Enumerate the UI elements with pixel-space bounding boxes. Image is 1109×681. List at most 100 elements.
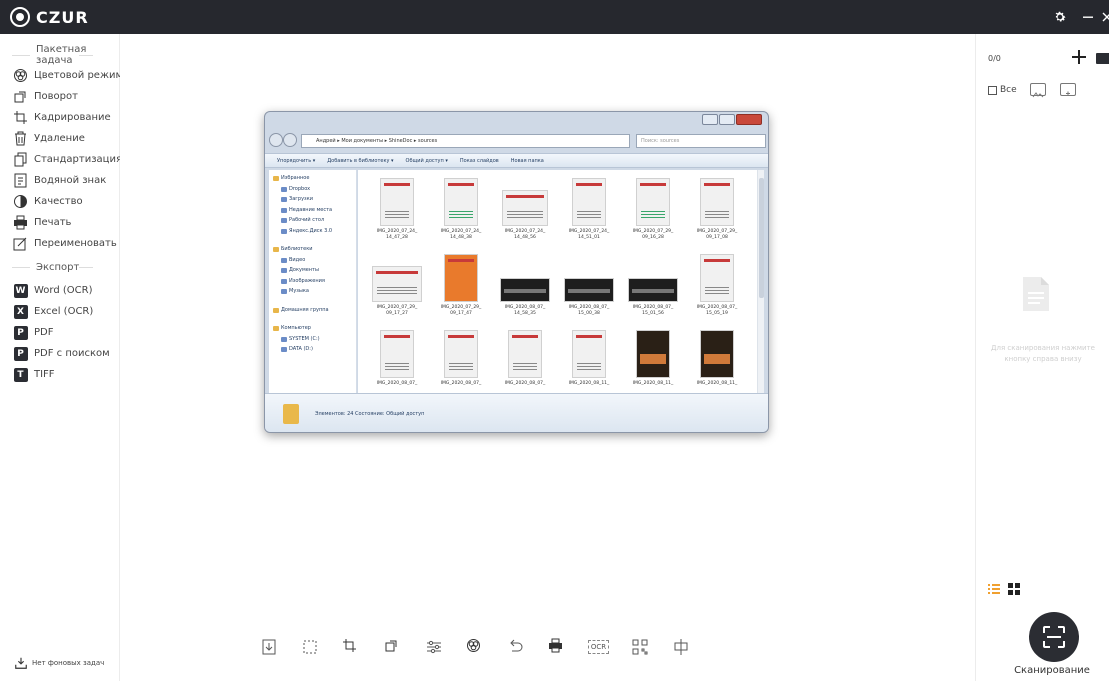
folder-icon: [283, 404, 299, 424]
select-all-checkbox[interactable]: Все: [988, 85, 1017, 95]
file-image: [372, 266, 422, 302]
explorer-toolbar-item: Добавить в библиотеку ▾: [327, 157, 394, 164]
background-tasks[interactable]: Нет фоновых задач: [14, 656, 104, 670]
file-name: IMG_2020_08_11_: [696, 381, 738, 386]
export-item[interactable]: T TIFF: [0, 364, 119, 385]
qr-button[interactable]: [629, 636, 651, 658]
rotate-button[interactable]: [382, 636, 404, 658]
sidebar-item-rotate[interactable]: Поворот: [0, 86, 119, 107]
file-image: [444, 330, 478, 378]
crop-button[interactable]: [340, 636, 362, 658]
rename-icon: [13, 236, 28, 251]
file-image: [564, 278, 614, 302]
split-button[interactable]: [670, 636, 692, 658]
ocr-button[interactable]: OCR: [587, 636, 610, 658]
explorer-nav-item: Видео: [269, 255, 356, 266]
explorer-address-bar: Андрей ▸ Мои документы ▸ ShineDoc ▸ sour…: [269, 132, 766, 150]
file-name: IMG_2020_07_29_ 09_17_27: [376, 305, 418, 316]
export-item[interactable]: P PDF с поиском: [0, 343, 119, 364]
file-image: [700, 330, 734, 378]
scan-icon: [1043, 626, 1065, 648]
empty-document-icon: [1021, 275, 1051, 313]
file-thumbnail: IMG_2020_08_11_: [624, 326, 682, 398]
color-mode-button[interactable]: [464, 636, 486, 658]
explorer-status-text: Элементов: 24 Состояние: Общий доступ: [315, 411, 425, 417]
sidebar-item-rename[interactable]: Переименовать: [0, 233, 119, 254]
sidebar-item-label: Цветовой режим: [34, 70, 123, 81]
export-item[interactable]: W Word (OCR): [0, 280, 119, 301]
file-image: [636, 330, 670, 378]
file-thumbnail: IMG_2020_08_11_: [560, 326, 618, 398]
sidebar-item-quality[interactable]: Качество: [0, 191, 119, 212]
print-button[interactable]: [546, 636, 568, 658]
export-item[interactable]: X Excel (OCR): [0, 301, 119, 322]
scan-button[interactable]: [1029, 612, 1079, 662]
sidebar-item-standardize[interactable]: Стандартизация: [0, 149, 122, 170]
file-thumbnail: IMG_2020_07_29_ 09_17_08: [688, 174, 746, 246]
file-name: IMG_2020_08_07_: [376, 381, 418, 386]
select-all-label: Все: [1000, 85, 1017, 95]
import-button[interactable]: [258, 636, 280, 658]
settings-gear-icon[interactable]: [1046, 0, 1074, 34]
explorer-toolbar: Упорядочить ▾ Добавить в библиотеку ▾ Общи…: [265, 153, 768, 168]
file-name: IMG_2020_08_07_ 15_01_56: [632, 305, 674, 316]
list-view-icon[interactable]: [988, 580, 1000, 594]
color-mode-icon: [13, 68, 28, 83]
title-bar: CZUR: [0, 0, 1109, 34]
minimize-button[interactable]: [1076, 0, 1100, 34]
select-area-icon: [303, 640, 317, 654]
export-format-icon: W: [13, 283, 28, 298]
checkbox[interactable]: [988, 85, 997, 95]
standardize-icon: [14, 152, 27, 167]
sidebar-item-label: Кадрирование: [34, 112, 111, 123]
import-icon: [262, 639, 276, 655]
file-thumbnail: IMG_2020_08_07_: [368, 326, 426, 398]
quality-icon: [14, 195, 27, 208]
rotate-icon: [13, 89, 28, 104]
file-image: [444, 254, 478, 302]
file-name: IMG_2020_08_07_ 14_58_35: [504, 305, 546, 316]
export-item[interactable]: P PDF: [0, 322, 119, 343]
explorer-toolbar-item: Упорядочить ▾: [277, 157, 316, 164]
export-format-icon: P: [13, 346, 28, 361]
page-counter: 0/0: [988, 54, 1001, 63]
sidebar-item-watermark[interactable]: Водяной знак: [0, 170, 119, 191]
add-icon[interactable]: [1070, 48, 1088, 66]
sidebar-item-print[interactable]: Печать: [0, 212, 119, 233]
sidebar: Пакетная задача Цветовой режим Поворот Кад…: [0, 34, 123, 681]
select-area-button[interactable]: [299, 636, 321, 658]
undo-button[interactable]: [505, 636, 527, 658]
explorer-nav-item: SYSTEM (C:): [269, 334, 356, 345]
file-thumbnail: IMG_2020_07_24_ 14_48_38: [432, 174, 490, 246]
qr-icon: [632, 639, 648, 655]
explorer-nav-item: Библиотеки: [269, 244, 356, 255]
grid-view-icon[interactable]: [1008, 580, 1020, 595]
export-item-label: Excel (OCR): [34, 306, 94, 317]
adjust-button[interactable]: [423, 636, 445, 658]
insert-icon[interactable]: [1060, 83, 1076, 96]
print-icon: [549, 638, 563, 653]
file-image: [380, 330, 414, 378]
empty-hint-text: Для сканирования нажмите кнопку справа в…: [991, 344, 1095, 363]
file-name: IMG_2020_08_07_: [440, 381, 482, 386]
explorer-nav-item: Dropbox: [269, 184, 356, 195]
sidebar-item-crop[interactable]: Кадрирование: [0, 107, 119, 128]
close-button[interactable]: [1101, 0, 1109, 34]
export-format-icon: X: [13, 304, 28, 319]
crop-icon: [14, 111, 27, 124]
export-format-icon: P: [13, 325, 28, 340]
explorer-preview-image: Андрей ▸ Мои документы ▸ ShineDoc ▸ sour…: [264, 111, 769, 433]
export-item-label: Word (OCR): [34, 285, 93, 296]
rotate-icon: [385, 640, 397, 652]
czur-logo-icon: [10, 7, 30, 27]
file-name: IMG_2020_07_24_ 14_48_56: [504, 229, 546, 240]
rename-icon: [13, 237, 27, 251]
file-thumbnail: IMG_2020_08_07_ 15_00_38: [560, 250, 618, 322]
file-name: IMG_2020_07_29_ 09_17_08: [696, 229, 738, 240]
sidebar-item-color-mode[interactable]: Цветовой режим: [0, 65, 123, 86]
explorer-search: Поиск: sources: [636, 134, 766, 148]
quality-icon: [13, 194, 28, 209]
sidebar-item-delete[interactable]: Удаление: [0, 128, 119, 149]
folder-icon[interactable]: [1096, 53, 1109, 64]
image-view-icon[interactable]: [1030, 83, 1046, 98]
